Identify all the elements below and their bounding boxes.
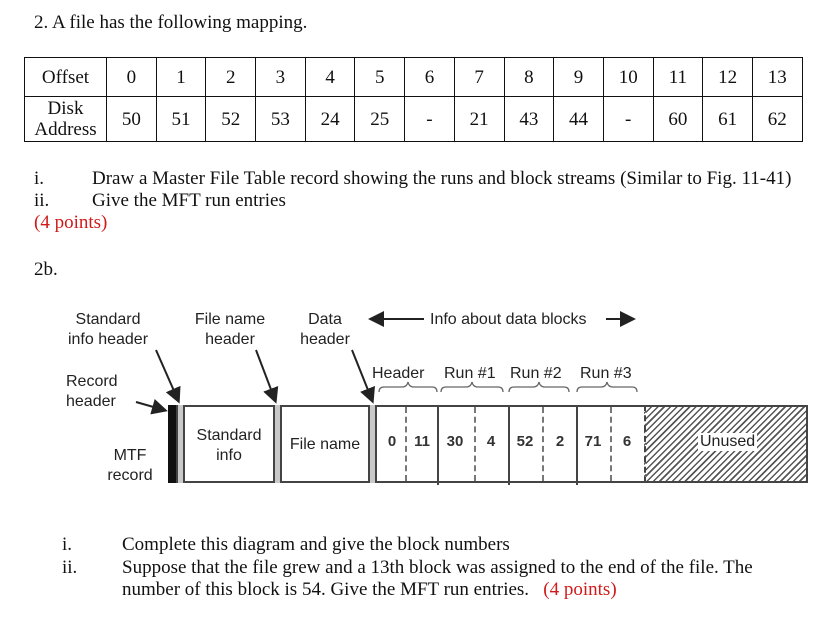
file-name-arrow xyxy=(255,349,279,404)
record-header-arrow xyxy=(135,399,168,415)
standard-info-arrow xyxy=(155,349,181,404)
file-name-label: File name xyxy=(289,436,361,453)
q2b-item-text-ii-line2-text: number of this block is 54. Give the MFT… xyxy=(122,579,530,600)
run-3-start: 71 xyxy=(584,433,602,450)
header-value-b: 11 xyxy=(414,433,430,450)
unused-label: Unused xyxy=(698,433,758,451)
label-line: Standard xyxy=(196,427,262,444)
q2b-points: (4 points) xyxy=(543,579,617,600)
brace-run-2 xyxy=(508,381,570,393)
standard-info-header-block xyxy=(176,405,185,483)
label-line: info xyxy=(216,447,242,464)
run-3-count: 6 xyxy=(622,433,632,450)
q2b-item-marker-i: i. xyxy=(62,534,73,555)
brace-header xyxy=(378,381,438,393)
run-1-start: 30 xyxy=(446,433,464,450)
q2b-item-text-ii-line2: number of this block is 54. Give the MFT… xyxy=(122,579,617,601)
data-header-block xyxy=(368,405,377,483)
run-2-divider xyxy=(542,407,544,481)
data-header-arrow xyxy=(351,349,375,404)
header-value-a: 0 xyxy=(387,433,397,450)
run-boundary xyxy=(437,405,439,485)
brace-run-3 xyxy=(576,381,638,393)
q2b-item-text-ii-line1: Suppose that the file grew and a 13th bl… xyxy=(122,557,753,578)
run-1-count: 4 xyxy=(486,433,496,450)
file-name-header-block xyxy=(273,405,282,483)
q2b-item-marker-ii: ii. xyxy=(62,557,78,578)
brace-run-1 xyxy=(440,381,504,393)
q2b-item-text-i: Complete this diagram and give the block… xyxy=(122,534,510,555)
standard-info-label: Standard info xyxy=(185,426,273,466)
run-2-count: 2 xyxy=(555,433,565,450)
run-2-start: 52 xyxy=(516,433,534,450)
